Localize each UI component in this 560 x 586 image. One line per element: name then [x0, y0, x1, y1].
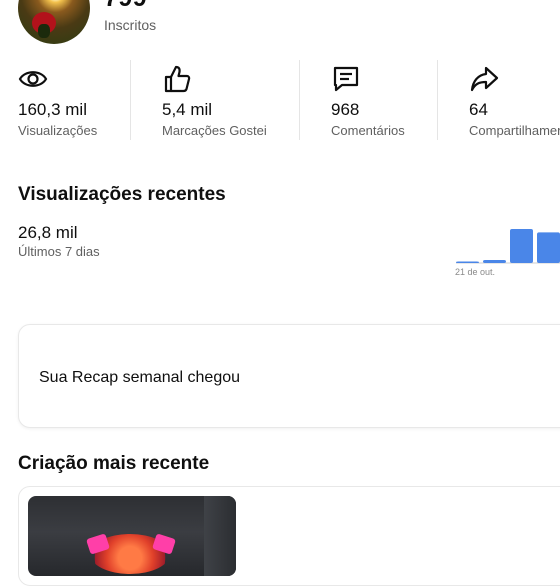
channel-avatar[interactable] — [18, 0, 90, 44]
thumbnail-edge-shape — [204, 496, 236, 576]
stat-divider — [437, 60, 438, 140]
recent-views-title: Visualizações recentes — [18, 184, 226, 205]
stat-comments-value: 968 — [331, 100, 360, 119]
stat-shares-label: Compartilhamentos — [469, 123, 560, 138]
stat-comments-label: Comentários — [331, 123, 405, 138]
stat-divider — [130, 60, 131, 140]
stat-likes-label: Marcações Gostei — [162, 123, 267, 138]
latest-creation-title: Criação mais recente — [18, 453, 210, 474]
chart-bar[interactable] — [537, 232, 560, 263]
stat-shares[interactable]: 64 Compartilhamentos — [469, 60, 560, 144]
chart-bar[interactable] — [510, 229, 533, 263]
recent-views-period: Últimos 7 dias — [18, 244, 100, 259]
stat-likes[interactable]: 5,4 mil Marcações Gostei — [162, 60, 298, 144]
subscribers-count: 799 — [104, 0, 147, 13]
stat-divider — [299, 60, 300, 140]
stat-shares-value: 64 — [469, 100, 488, 119]
thumbs-up-icon — [164, 65, 191, 93]
latest-video-thumbnail[interactable] — [28, 496, 236, 576]
chart-tick-label: 21 de out. — [455, 267, 495, 277]
stat-views[interactable]: 160,3 mil Visualizações — [18, 60, 130, 144]
subscribers-label: Inscritos — [104, 17, 157, 33]
chart-bar[interactable] — [483, 259, 506, 263]
share-icon — [470, 66, 499, 92]
avatar-stem-shape — [38, 24, 50, 38]
chart-bar[interactable] — [456, 261, 479, 264]
recap-card-text: Sua Recap semanal chegou — [39, 369, 241, 386]
stat-views-label: Visualizações — [18, 123, 98, 138]
stat-likes-value: 5,4 mil — [162, 100, 213, 119]
stat-views-value: 160,3 mil — [18, 100, 87, 119]
recent-views-value: 26,8 mil — [18, 223, 78, 242]
comment-icon — [333, 66, 359, 92]
recent-views-chart[interactable]: 21 de out. — [440, 215, 560, 285]
eye-icon — [18, 71, 48, 87]
stat-comments[interactable]: 968 Comentários — [331, 60, 435, 144]
